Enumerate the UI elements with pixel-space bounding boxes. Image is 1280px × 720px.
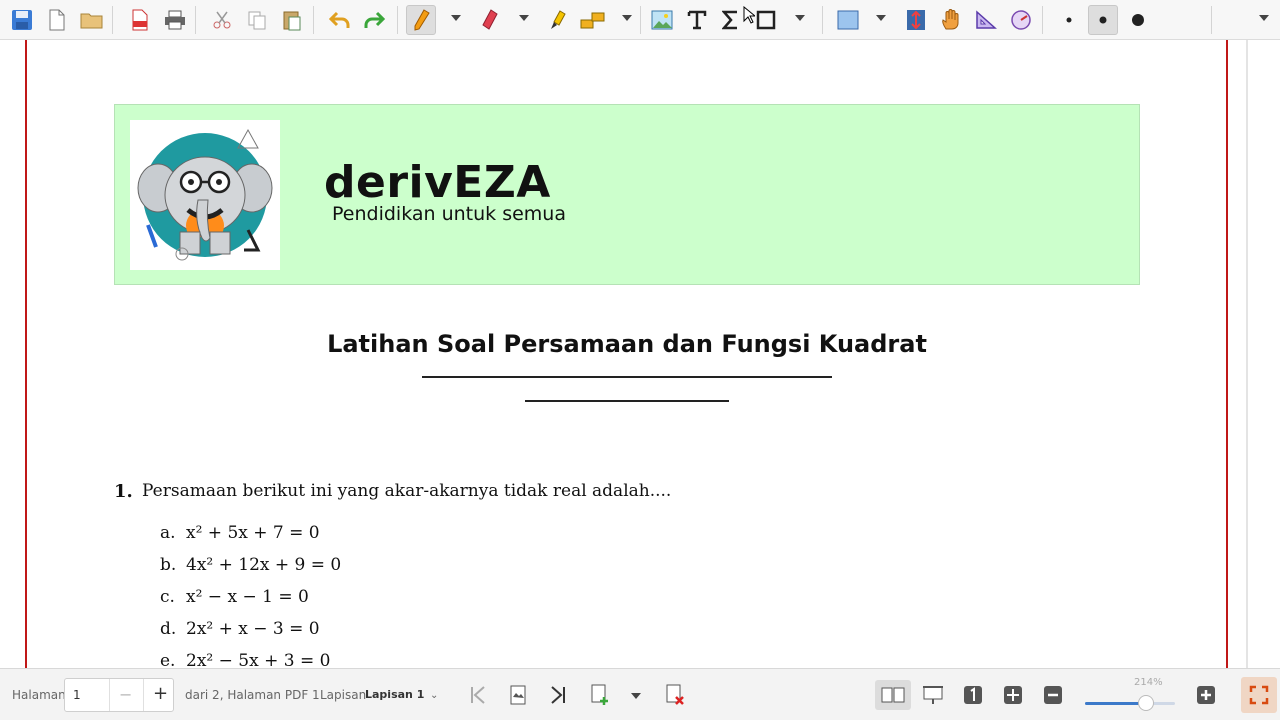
color-icon[interactable]: [1171, 5, 1201, 35]
option-c: c. x² − x − 1 = 0: [160, 587, 309, 607]
set-square-icon[interactable]: [971, 5, 1001, 35]
paste-icon[interactable]: [277, 5, 307, 35]
eraser-icon[interactable]: [475, 5, 505, 35]
layer-label: Lapisan: [320, 688, 367, 702]
mouse-pointer-icon: [743, 5, 757, 28]
thick-dot-icon[interactable]: [1123, 5, 1153, 35]
option-label: d.: [160, 619, 177, 639]
option-expression: x² − x − 1 = 0: [186, 587, 309, 607]
page-number-input[interactable]: 1: [73, 688, 81, 702]
status-bar: Halaman 1 − + dari 2, Halaman PDF 1 Lapi…: [0, 668, 1280, 720]
first-page-icon[interactable]: [463, 680, 493, 710]
select-region-icon[interactable]: [578, 5, 608, 35]
compass-icon[interactable]: [1006, 5, 1036, 35]
export-pdf-icon[interactable]: [125, 5, 155, 35]
presentation-mode-icon[interactable]: [918, 680, 948, 710]
cut-icon[interactable]: [207, 5, 237, 35]
shape-icon[interactable]: [751, 5, 781, 35]
open-icon[interactable]: [77, 5, 107, 35]
copy-icon[interactable]: [242, 5, 272, 35]
elephant-logo: [130, 120, 280, 270]
toolbar-overflow-icon[interactable]: [1259, 15, 1269, 21]
zoom-100-icon[interactable]: [958, 680, 988, 710]
rectangle-icon[interactable]: [833, 5, 863, 35]
fullscreen-icon[interactable]: [1241, 677, 1277, 713]
thin-dot-icon[interactable]: [1054, 5, 1084, 35]
option-e: e. 2x² − 5x + 3 = 0: [160, 651, 330, 668]
shape-dropdown-icon[interactable]: [795, 15, 805, 21]
zoom-in-icon[interactable]: [1191, 680, 1221, 710]
vertical-space-icon[interactable]: [901, 5, 931, 35]
zoom-slider[interactable]: [1085, 695, 1175, 711]
hand-icon[interactable]: [936, 5, 966, 35]
option-label: b.: [160, 555, 177, 575]
option-expression: 2x² + x − 3 = 0: [186, 619, 320, 639]
zoom-percent: 214%: [1134, 677, 1163, 688]
zoom-out-icon[interactable]: [1038, 680, 1068, 710]
page-decrement-button[interactable]: −: [119, 685, 132, 704]
option-d: d. 2x² + x − 3 = 0: [160, 619, 320, 639]
title-underline-short: [525, 400, 729, 402]
save-icon[interactable]: [7, 5, 37, 35]
page-layout-icon[interactable]: [503, 680, 533, 710]
brand-tagline: Pendidikan untuk semua: [332, 203, 566, 225]
main-toolbar: [0, 0, 1280, 40]
add-page-dropdown-icon[interactable]: [631, 693, 641, 699]
page-info: dari 2, Halaman PDF 1: [185, 688, 320, 702]
select-dropdown-icon[interactable]: [622, 15, 632, 21]
dual-page-view-icon[interactable]: [875, 680, 911, 710]
undo-icon[interactable]: [325, 5, 355, 35]
document-title: Latihan Soal Persamaan dan Fungsi Kuadra…: [327, 330, 927, 358]
delete-page-icon[interactable]: [660, 680, 690, 710]
option-a: a. x² + 5x + 7 = 0: [160, 523, 320, 543]
add-page-icon[interactable]: [585, 680, 615, 710]
page-increment-button[interactable]: +: [153, 683, 168, 704]
zoom-slider-handle[interactable]: [1138, 695, 1155, 711]
title-underline: [422, 376, 832, 378]
option-expression: x² + 5x + 7 = 0: [186, 523, 320, 543]
formula-icon[interactable]: [716, 5, 746, 35]
rectangle-dropdown-icon[interactable]: [876, 15, 886, 21]
layer-select[interactable]: Lapisan 1: [365, 688, 424, 701]
redo-icon[interactable]: [359, 5, 389, 35]
question-number: 1.: [114, 481, 133, 502]
option-label: c.: [160, 587, 175, 607]
last-page-icon[interactable]: [543, 680, 573, 710]
page-spinbox[interactable]: 1 − +: [64, 678, 174, 712]
header-banner: derivEZA Pendidikan untuk semua: [114, 104, 1140, 285]
zoom-slider-fill: [1085, 702, 1147, 705]
image-icon[interactable]: [647, 5, 677, 35]
medium-dot-icon[interactable]: [1088, 5, 1118, 35]
highlighter-icon[interactable]: [543, 5, 573, 35]
document-canvas[interactable]: derivEZA Pendidikan untuk semua Latihan …: [0, 40, 1280, 668]
pen-dropdown-icon[interactable]: [451, 15, 461, 21]
option-b: b. 4x² + 12x + 9 = 0: [160, 555, 341, 575]
eraser-dropdown-icon[interactable]: [519, 15, 529, 21]
option-expression: 2x² − 5x + 3 = 0: [186, 651, 331, 668]
zoom-fit-icon[interactable]: [998, 680, 1028, 710]
layer-chevron-icon[interactable]: ⌄: [430, 690, 438, 701]
option-expression: 4x² + 12x + 9 = 0: [186, 555, 342, 575]
page-label: Halaman: [12, 688, 66, 702]
brand-name: derivEZA: [324, 157, 551, 208]
print-icon[interactable]: [160, 5, 190, 35]
question-text: Persamaan berikut ini yang akar-akarnya …: [142, 481, 672, 501]
option-label: a.: [160, 523, 176, 543]
pen-icon[interactable]: [406, 5, 436, 35]
text-icon[interactable]: [682, 5, 712, 35]
new-icon[interactable]: [42, 5, 72, 35]
option-label: e.: [160, 651, 176, 668]
